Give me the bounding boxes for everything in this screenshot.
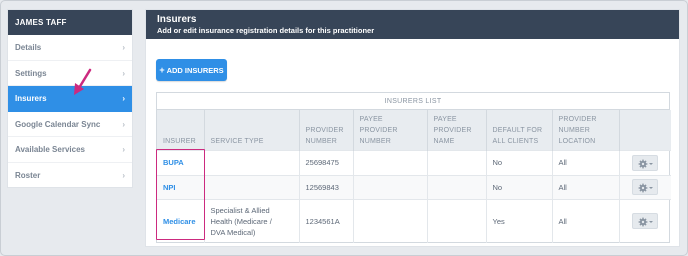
location-cell: All	[551, 198, 619, 243]
provider-number-cell: 25698475	[298, 149, 353, 175]
provider-number-cell: 1234561A	[298, 198, 353, 243]
column-header-provider-number: PROVIDER NUMBER	[298, 110, 353, 150]
provider-number-cell: 12569843	[298, 174, 353, 199]
payee-provider-name-cell	[426, 198, 486, 243]
sidebar-item-label: Details	[15, 43, 42, 52]
column-header-default-for-all-clients: DEFAULT FOR ALL CLIENTS	[485, 110, 552, 150]
table-row: NPI 12569843 No All	[157, 174, 671, 199]
chevron-right-icon: ›	[122, 94, 125, 103]
default-for-all-cell: No	[485, 149, 552, 175]
payee-provider-number-cell	[352, 174, 427, 199]
actions-cell	[618, 198, 671, 243]
column-header-payee-provider-number: PAYEE PROVIDER NUMBER	[352, 110, 427, 150]
page-title: Insurers	[157, 14, 197, 25]
sidebar-item-label: Google Calendar Sync	[15, 119, 101, 129]
table-row: BUPA 25698475 No All	[157, 149, 671, 175]
insurer-cell: Medicare	[157, 198, 204, 243]
sidebar-item-available-services[interactable]: Available Services ›	[8, 137, 132, 163]
gear-icon	[638, 183, 648, 193]
add-insurers-button[interactable]: + ADD INSURERS	[156, 59, 227, 81]
panel-header: Insurers Add or edit insurance registrat…	[146, 10, 679, 39]
row-actions-button[interactable]	[632, 213, 659, 230]
actions-cell	[618, 174, 671, 199]
sidebar-item-label: Settings	[15, 68, 47, 78]
sidebar-item-google-calendar-sync[interactable]: Google Calendar Sync ›	[8, 112, 132, 137]
caret-down-icon	[649, 221, 654, 224]
service-type-cell	[203, 149, 299, 175]
insurers-panel: Insurers Add or edit insurance registrat…	[145, 9, 680, 247]
table-caption: INSURERS LIST	[157, 93, 669, 110]
row-actions-button[interactable]	[632, 154, 659, 171]
sidebar-item-label: Available Services	[15, 145, 85, 154]
page-subtitle: Add or edit insurance registration detai…	[157, 26, 375, 35]
sidebar-item-details[interactable]: Details ›	[8, 35, 132, 61]
payee-provider-name-cell	[426, 174, 486, 199]
column-header-provider-number-location: PROVIDER NUMBER LOCATION	[551, 110, 619, 150]
service-type-cell	[203, 174, 299, 199]
payee-provider-name-cell	[426, 149, 486, 175]
chevron-right-icon: ›	[122, 68, 125, 78]
table-row: Medicare Specialist & Allied Health (Medi…	[157, 198, 671, 243]
row-actions-button[interactable]	[632, 179, 659, 195]
insurer-link-npi[interactable]: NPI	[163, 183, 176, 192]
insurer-cell: NPI	[157, 174, 204, 199]
payee-provider-number-cell	[352, 149, 427, 175]
insurers-table: INSURERS LIST INSURER SERVICE TYPE PROVI…	[156, 92, 671, 243]
column-header-actions	[618, 110, 671, 150]
location-cell: All	[551, 149, 619, 175]
default-for-all-cell: Yes	[485, 198, 552, 243]
column-header-insurer: INSURER	[157, 110, 204, 150]
caret-down-icon	[649, 162, 654, 165]
sidebar-item-label: Roster	[15, 170, 41, 180]
insurer-cell: BUPA	[157, 149, 204, 175]
table-header-row: INSURER SERVICE TYPE PROVIDER NUMBER PAYE…	[157, 110, 671, 150]
default-for-all-cell: No	[485, 174, 552, 199]
chevron-right-icon: ›	[122, 145, 125, 154]
column-header-payee-provider-name: PAYEE PROVIDER NAME	[426, 110, 486, 150]
payee-provider-number-cell	[352, 198, 427, 243]
practitioner-sidebar: JAMES TAFF Details › Settings › Insurers…	[7, 9, 133, 188]
practitioner-name: JAMES TAFF	[8, 10, 132, 35]
caret-down-icon	[649, 187, 654, 189]
chevron-right-icon: ›	[122, 43, 125, 52]
insurer-link-bupa[interactable]: BUPA	[163, 158, 184, 167]
gear-icon	[638, 217, 648, 227]
add-insurers-label: ADD INSURERS	[166, 66, 224, 75]
chevron-right-icon: ›	[122, 170, 125, 180]
service-type-cell: Specialist & Allied Health (Medicare / DVA…	[203, 198, 299, 243]
annotation-arrow-icon	[74, 68, 92, 95]
chevron-right-icon: ›	[122, 119, 125, 129]
actions-cell	[618, 149, 671, 175]
insurer-link-medicare[interactable]: Medicare	[163, 217, 196, 226]
location-cell: All	[551, 174, 619, 199]
plus-icon: +	[159, 65, 165, 75]
column-header-service-type: SERVICE TYPE	[203, 110, 299, 150]
sidebar-item-label: Insurers	[15, 94, 47, 103]
sidebar-item-roster[interactable]: Roster ›	[8, 163, 132, 189]
gear-icon	[638, 159, 648, 168]
